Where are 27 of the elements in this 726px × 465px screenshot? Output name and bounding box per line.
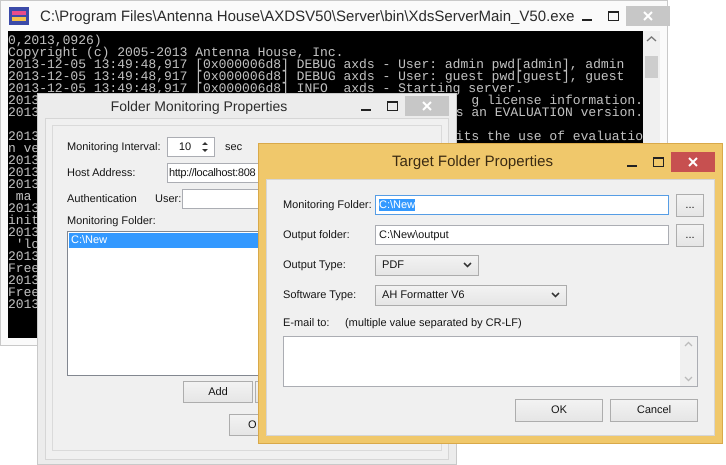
field-label: E-mail to: (283, 317, 330, 329)
unit-label: sec (225, 140, 242, 153)
window-title: C:\Program Files\Antenna House\AXDSV50\Server\bin\XdsServerMain_V50.exe (40, 8, 574, 24)
field-label: Output Type: (283, 259, 347, 271)
field-label: Monitoring Interval: (67, 140, 162, 153)
console-line: Free (8, 263, 40, 275)
field-label: Output folder: (283, 229, 351, 241)
field-label: Monitoring Folder: (67, 215, 156, 228)
console-line: 2013-12-05 13:49:48,917 [0x000006d8] INFO axds - Starting server. (8, 83, 523, 95)
dialog-title: Folder Monitoring Properties (110, 98, 288, 114)
hint-text: (multiple value separated by CR-LF) (345, 317, 522, 329)
field-label: Authentication (67, 192, 138, 205)
console-line: ma (16, 191, 32, 203)
console-line: g license information. (471, 95, 643, 107)
console-line: 2013-12-05 13:49:48,917 [0x000006d8] DEBUG axds - User: guest pwd[guest], guest (8, 71, 624, 83)
field-label: Host Address: (67, 166, 136, 179)
console-line: 0,2013,0926) (8, 35, 102, 47)
console-line: init (8, 215, 40, 227)
field-label: Software Type: (283, 289, 358, 301)
console-line: Free (8, 287, 40, 299)
field-label: Monitoring Folder: (283, 199, 373, 211)
console-line: its the use of evaluatio (456, 131, 643, 143)
console-line: s an EVALUATION version. (456, 107, 643, 119)
field-label: User: (155, 192, 182, 205)
console-line: 2013-12-05 13:49:48,917 [0x000006d8] DEBUG axds - User: admin pwd[admin], admin (8, 59, 624, 71)
dialog-title: Target Folder Properties (391, 153, 554, 170)
console-line: Copyright (c) 2005-2013 Antenna House, Inc. (8, 47, 344, 59)
